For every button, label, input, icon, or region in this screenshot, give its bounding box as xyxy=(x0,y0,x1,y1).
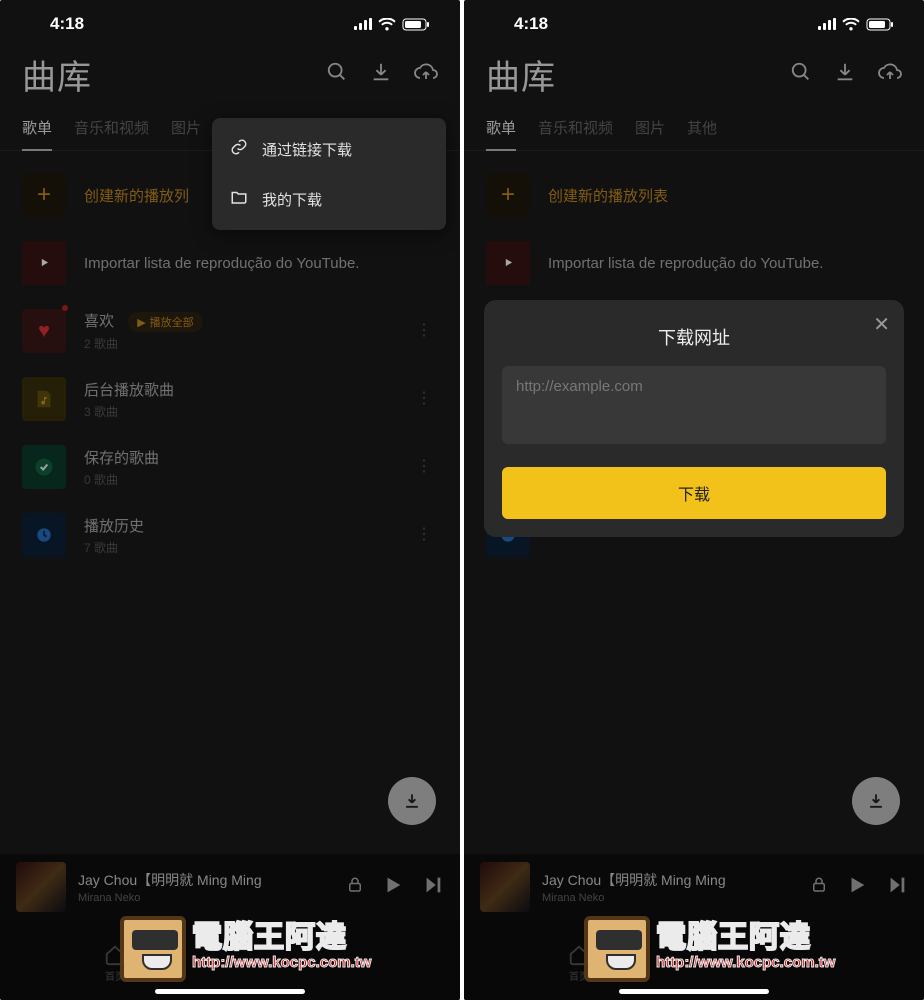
album-art xyxy=(16,862,66,912)
clock-icon xyxy=(22,513,66,557)
status-time: 4:18 xyxy=(50,14,84,34)
plus-icon: + xyxy=(486,173,530,217)
saved-songs-row[interactable]: 保存的歌曲 0 歌曲 ⋮ xyxy=(0,433,460,501)
tab-images[interactable]: 图片 xyxy=(171,109,201,150)
tab-other[interactable]: 其他 xyxy=(687,109,717,150)
cloud-upload-icon[interactable] xyxy=(414,61,438,88)
download-button[interactable]: 下载 xyxy=(502,467,886,519)
tab-playlists[interactable]: 歌单 xyxy=(486,109,516,150)
close-icon[interactable]: ✕ xyxy=(873,312,890,337)
battery-icon xyxy=(866,18,894,31)
download-dropdown: 通过链接下载 我的下载 xyxy=(212,118,446,230)
nav-home[interactable]: 首页 xyxy=(464,920,694,1000)
more-icon[interactable]: ⋮ xyxy=(410,526,438,544)
list-item-sub: 0 歌曲 xyxy=(84,471,159,488)
lock-icon[interactable] xyxy=(810,875,828,900)
bottom-nav: 首页 曲库 xyxy=(0,920,460,1000)
import-youtube-row[interactable]: Importar lista de reprodução do YouTube. xyxy=(464,229,924,297)
notification-dot xyxy=(62,305,68,311)
menu-download-via-link[interactable]: 通过链接下载 xyxy=(212,124,446,174)
next-icon[interactable] xyxy=(886,874,908,901)
next-icon[interactable] xyxy=(422,874,444,901)
wifi-icon xyxy=(378,18,396,31)
list-item-label: 创建新的播放列表 xyxy=(548,185,668,206)
home-indicator xyxy=(155,989,305,994)
home-indicator xyxy=(619,989,769,994)
tab-music-video[interactable]: 音乐和视频 xyxy=(538,109,613,150)
player-bar[interactable]: Jay Chou【明明就 Ming Ming Mirana Neko xyxy=(0,854,460,920)
download-url-dialog: ✕ 下载网址 下载 xyxy=(484,300,904,537)
more-icon[interactable]: ⋮ xyxy=(410,458,438,476)
nav-home[interactable]: 首页 xyxy=(0,920,230,1000)
header: 曲库 xyxy=(464,42,924,109)
signal-icon xyxy=(818,18,836,30)
status-time: 4:18 xyxy=(514,14,548,34)
list-item-sub: 7 歌曲 xyxy=(84,539,144,556)
url-input[interactable] xyxy=(502,366,886,444)
list-item-label: Importar lista de reprodução do YouTube. xyxy=(84,255,359,272)
page-title: 曲库 xyxy=(22,50,92,99)
lock-icon[interactable] xyxy=(346,875,364,900)
play-icon[interactable] xyxy=(846,874,868,901)
youtube-icon xyxy=(22,241,66,285)
list-item-label: 播放历史 xyxy=(84,515,144,536)
track-title: Jay Chou【明明就 Ming Ming xyxy=(78,870,334,890)
phone-screen-left: 4:18 曲库 xyxy=(0,0,460,1000)
list-item-label: 喜欢 xyxy=(84,313,114,330)
bottom-nav: 首页 曲库 xyxy=(464,920,924,1000)
tab-playlists[interactable]: 歌单 xyxy=(22,109,52,150)
battery-icon xyxy=(402,18,430,31)
check-icon xyxy=(22,445,66,489)
signal-icon xyxy=(354,18,372,30)
more-icon[interactable]: ⋮ xyxy=(410,390,438,408)
tabs: 歌单 音乐和视频 图片 其他 xyxy=(464,109,924,151)
status-bar: 4:18 xyxy=(0,0,460,42)
album-art xyxy=(480,862,530,912)
phone-screen-right: 4:18 曲库 歌单 音乐和视频 图片 其他 + 创建新的播放列 xyxy=(464,0,924,1000)
download-icon[interactable] xyxy=(370,61,392,88)
plus-icon: + xyxy=(22,173,66,217)
history-row[interactable]: 播放历史 7 歌曲 ⋮ xyxy=(0,501,460,569)
dialog-title: 下载网址 xyxy=(502,324,886,350)
play-all-badge[interactable]: ▶ 播放全部 xyxy=(128,312,202,332)
status-bar: 4:18 xyxy=(464,0,924,42)
play-icon[interactable] xyxy=(382,874,404,901)
list-item-label: Importar lista de reprodução do YouTube. xyxy=(548,255,823,272)
youtube-icon xyxy=(486,241,530,285)
tab-images[interactable]: 图片 xyxy=(635,109,665,150)
list-item-label: 创建新的播放列 xyxy=(84,185,189,206)
folder-icon xyxy=(230,188,248,210)
player-bar[interactable]: Jay Chou【明明就 Ming Ming Mirana Neko xyxy=(464,854,924,920)
link-icon xyxy=(230,138,248,160)
track-title: Jay Chou【明明就 Ming Ming xyxy=(542,870,798,890)
search-icon[interactable] xyxy=(790,61,812,88)
track-artist: Mirana Neko xyxy=(542,892,798,904)
music-file-icon xyxy=(22,377,66,421)
wifi-icon xyxy=(842,18,860,31)
page-title: 曲库 xyxy=(486,50,556,99)
cloud-upload-icon[interactable] xyxy=(878,61,902,88)
header: 曲库 xyxy=(0,42,460,109)
favorites-row[interactable]: ♥ 喜欢 ▶ 播放全部 2 歌曲 ⋮ xyxy=(0,297,460,365)
list-item-sub: 2 歌曲 xyxy=(84,335,203,352)
create-playlist-row[interactable]: + 创建新的播放列表 xyxy=(464,161,924,229)
heart-icon: ♥ xyxy=(22,309,66,353)
track-artist: Mirana Neko xyxy=(78,892,334,904)
more-icon[interactable]: ⋮ xyxy=(410,322,438,340)
import-youtube-row[interactable]: Importar lista de reprodução do YouTube. xyxy=(0,229,460,297)
fab-download-button[interactable] xyxy=(388,777,436,825)
tab-music-video[interactable]: 音乐和视频 xyxy=(74,109,149,150)
list-item-label: 后台播放歌曲 xyxy=(84,379,174,400)
menu-my-downloads[interactable]: 我的下载 xyxy=(212,174,446,224)
list-item-label: 保存的歌曲 xyxy=(84,447,159,468)
fab-download-button[interactable] xyxy=(852,777,900,825)
search-icon[interactable] xyxy=(326,61,348,88)
list-item-sub: 3 歌曲 xyxy=(84,403,174,420)
download-icon[interactable] xyxy=(834,61,856,88)
background-play-row[interactable]: 后台播放歌曲 3 歌曲 ⋮ xyxy=(0,365,460,433)
